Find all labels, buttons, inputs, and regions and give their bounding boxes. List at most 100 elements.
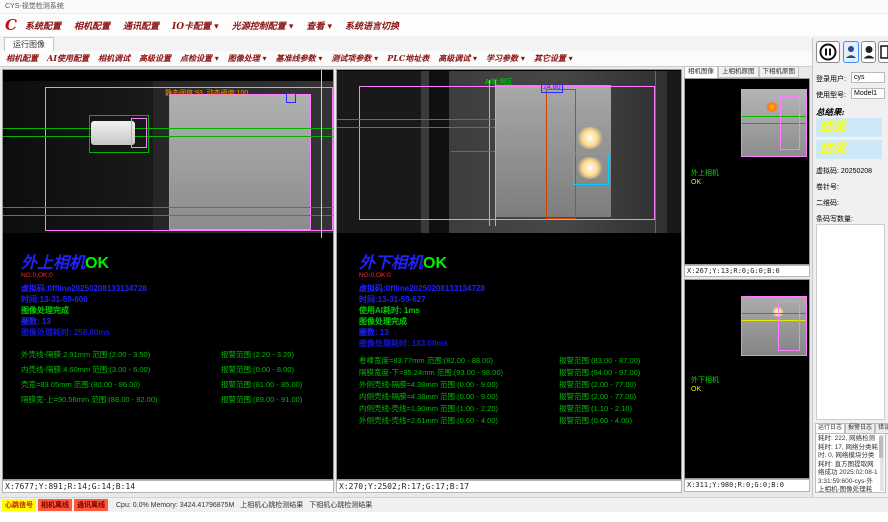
tool-learning-params[interactable]: 学习参数 ▾	[486, 53, 525, 64]
middle-measurements: 卷棒宽度=83.77mm 范围:(82.00 - 88.00)报警范围:(83.…	[359, 355, 671, 427]
user-dark-icon	[863, 45, 875, 59]
virtual-code-caption: 虚拟码:	[816, 168, 839, 175]
log-scrollbar[interactable]	[880, 435, 884, 491]
alarm-range: 报警范围:(1.10 - 2.10)	[559, 403, 632, 415]
measurement-row: 外侧壳线-隔膜=4.38mm 范围:(0.00 - 9.00)报警范围:(2.0…	[359, 379, 671, 391]
measure-value: 内侧壳线-壳线=1.90mm 范围:(1.00 - 2.20)	[359, 403, 559, 415]
user-login-button[interactable]	[843, 41, 859, 63]
thumb2-image[interactable]	[741, 296, 807, 356]
tool-plc-address-table[interactable]: PLC地址表	[387, 53, 429, 64]
exit-door-icon	[880, 45, 888, 59]
virtual-code-value: 20250208	[841, 168, 872, 175]
tab-camera-image[interactable]: 相机图像	[684, 66, 718, 78]
pause-button[interactable]	[816, 41, 840, 63]
middle-camera-name: 外下相机	[359, 253, 423, 272]
middle-time: 时间:13-31-59-627	[359, 294, 671, 305]
thumb1-image[interactable]	[741, 89, 807, 157]
main-tab-strip: 运行图像	[0, 36, 888, 52]
tab-upper-camera-raw[interactable]: 上相机原图	[718, 66, 759, 78]
left-green-line-2	[3, 136, 334, 137]
app-logo-icon: C	[5, 15, 17, 35]
upper-camera-heartbeat: 上相机心跳检测结果	[240, 500, 303, 510]
tool-image-processing[interactable]: 图像处理 ▾	[228, 53, 267, 64]
menu-io-config[interactable]: IO卡配置 ▾	[172, 19, 219, 32]
left-camera-view[interactable]: 静态阈值:93, 动态阈值:100 外上相机OK NG:0,OK:0 虚拟码:0…	[2, 69, 334, 480]
measurement-row: 外侧壳线-壳线=2.61mm 范围:(0.60 - 4.00)报警范围:(0.6…	[359, 415, 671, 427]
thumb1-bright-spot	[766, 102, 778, 112]
pause-icon	[819, 43, 837, 61]
left-threshold-overlay: 静态阈值:93, 动态阈值:100	[165, 88, 248, 98]
middle-pixel-readout: X:270;Y:2502;R:17;G:17;B:17	[336, 480, 682, 493]
tab-run-image[interactable]: 运行图像	[4, 37, 54, 52]
measure-value: 壳宽=83.05mm 范围:(80.00 - 86.00)	[21, 377, 221, 392]
menu-bar: C 系统配置 相机配置 通讯配置 IO卡配置 ▾ 光源控制配置 ▾ 查看 ▾ 系…	[0, 14, 888, 37]
tool-advanced-debug[interactable]: 高级调试 ▾	[438, 53, 477, 64]
middle-bright-spot-1	[577, 127, 603, 149]
measurement-row: 内侧壳线-隔膜=4.38mm 范围:(0.00 - 9.00)报警范围:(2.0…	[359, 391, 671, 403]
alarm-range: 报警范围:(2.00 - 77.00)	[559, 379, 636, 391]
menu-system-config[interactable]: 系统配置	[25, 19, 61, 32]
logout-button[interactable]	[878, 41, 888, 63]
menu-comm-config[interactable]: 通讯配置	[123, 19, 159, 32]
tool-spot-check[interactable]: 点检设置 ▾	[180, 53, 219, 64]
tool-ai-usage-config[interactable]: AI使用配置	[47, 53, 89, 64]
total-result-label: 总结果:	[816, 106, 845, 118]
middle-camera-view[interactable]: AI检测区 24.80 外下相机OK NG:0,OK:0 虚拟码:0ffline…	[336, 69, 682, 480]
thumb1-camera-name: 外上相机	[691, 169, 719, 178]
login-user-value[interactable]: cys	[851, 72, 885, 83]
right-control-panel: 登录用户: cys 使用型号: Model1 总结果: 结果 结果 虚拟码: 2…	[812, 38, 888, 497]
tool-camera-debug[interactable]: 相机调试	[98, 53, 130, 64]
left-camera-name: 外上相机	[21, 253, 85, 272]
left-green-line-1	[3, 128, 334, 129]
middle-camera-image[interactable]: AI检测区 24.80	[337, 71, 682, 233]
tool-camera-config[interactable]: 相机配置	[6, 53, 38, 64]
left-blue-marker	[286, 93, 296, 103]
menu-language-switch[interactable]: 系统语言切换	[345, 19, 399, 32]
thumb1-roi-box	[780, 96, 800, 150]
thumb1-result: OK	[691, 178, 719, 187]
measure-value: 卷棒宽度=83.77mm 范围:(82.00 - 88.00)	[359, 355, 559, 367]
middle-process-elapsed: 图像处理耗时: 183.00ms	[359, 338, 671, 349]
thumb2-roi-box	[778, 301, 800, 351]
measurement-row: 隔膜宽-上=90.56mm 范围:(88.00 - 92.00)报警范围:(89…	[21, 392, 333, 407]
menu-camera-config[interactable]: 相机配置	[74, 19, 110, 32]
measurement-row: 外壳线-隔膜:2.91mm 范围:(2.00 - 3.50)报警范围:(2.20…	[21, 347, 333, 362]
camera-offline-badge: 相机离线	[38, 499, 72, 511]
left-virtual-code: 虚拟码:0ffline20250208133134728	[21, 283, 333, 294]
app-window: CYS-视觉检测系统 C 系统配置 相机配置 通讯配置 IO卡配置 ▾ 光源控制…	[0, 0, 888, 522]
result-badge-upper: 结果	[816, 118, 882, 137]
qrcode-label: 二维码:	[816, 198, 839, 208]
tool-baseline-params[interactable]: 基准线参数 ▾	[276, 53, 323, 64]
alarm-range: 报警范围:(94.00 - 97.00)	[559, 367, 640, 379]
log-text-area[interactable]: 耗时: 222, 网络检测耗时: 17, 网络分类耗时: 0, 网络模块分类耗时…	[815, 433, 886, 493]
user-manage-button[interactable]	[861, 41, 876, 63]
tool-other-settings[interactable]: 其它设置 ▾	[534, 53, 573, 64]
middle-pink-vline-1	[489, 80, 490, 226]
needle-label: 卷针号:	[816, 182, 839, 192]
log-text: 耗时: 222, 网络检测耗时: 17, 网络分类耗时: 0, 网络模块分类耗时…	[818, 435, 878, 493]
tool-test-params[interactable]: 测试项参数 ▾	[331, 53, 378, 64]
menu-light-config[interactable]: 光源控制配置 ▾	[232, 19, 294, 32]
left-camera-title: 外上相机OK	[21, 254, 333, 272]
left-cyan-edge-line	[169, 94, 170, 230]
window-title: CYS-视觉检测系统	[5, 3, 64, 10]
comm-offline-badge: 通讯离线	[74, 499, 108, 511]
log-scrollbar-thumb[interactable]	[879, 436, 883, 458]
measure-value: 隔膜宽-上=90.56mm 范围:(88.00 - 92.00)	[21, 392, 221, 407]
middle-ai-region-label: AI检测区	[485, 77, 513, 87]
thumb1-view[interactable]: 外上相机 OK	[684, 78, 810, 265]
middle-process-done: 图像处理完成	[359, 316, 671, 327]
tab-lower-camera-raw[interactable]: 下相机原图	[759, 66, 800, 78]
left-camera-image[interactable]: 静态阈值:93, 动态阈值:100	[3, 81, 334, 233]
middle-ng-ok-counter: NG:0,OK:0	[359, 272, 671, 280]
middle-green-vline	[655, 71, 656, 233]
model-select[interactable]: Model1	[851, 88, 885, 99]
result-list-area[interactable]	[816, 224, 885, 420]
menu-view[interactable]: 查看 ▾	[306, 19, 332, 32]
tool-advanced-settings[interactable]: 高级设置	[139, 53, 171, 64]
thumb-tab-strip: 相机图像 上相机原图 下相机原图	[684, 66, 799, 78]
middle-cyan-box	[573, 153, 609, 185]
thumb2-view[interactable]: 外下相机 OK	[684, 279, 810, 479]
middle-orange-roi	[546, 89, 576, 219]
left-result-ok: OK	[85, 255, 109, 272]
